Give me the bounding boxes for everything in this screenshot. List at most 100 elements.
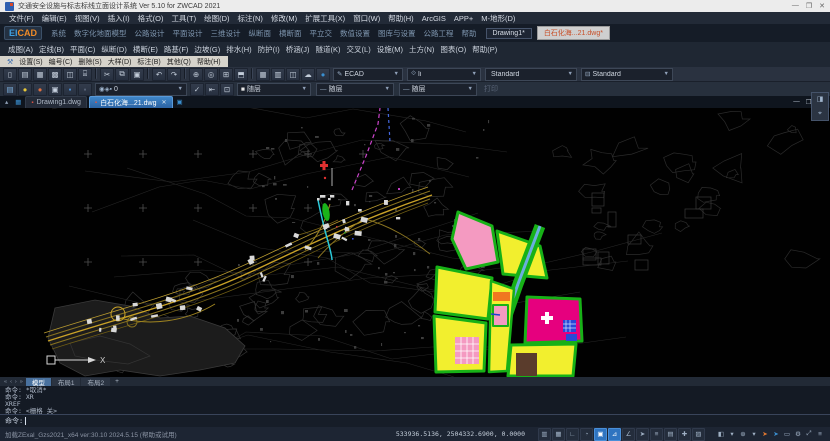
layout-tab[interactable]: 布局1: [52, 378, 81, 386]
annotation-visibility-icon[interactable]: ➤: [760, 429, 770, 440]
scale-arrow-icon[interactable]: ▾: [749, 429, 759, 440]
lineweight-dropdown[interactable]: — 随层 ▼: [399, 83, 477, 96]
sheet-set-icon[interactable]: ▥: [271, 68, 285, 81]
plugin-menu-item[interactable]: 系统: [47, 28, 70, 39]
undo-icon[interactable]: ↶: [152, 68, 166, 81]
command-history[interactable]: 命令: *取消*命令: XRXREF命令: <栅格 关>: [0, 386, 830, 414]
isolate-objects-icon[interactable]: ▭: [782, 429, 792, 440]
tool-menu-item[interactable]: 帮助(H): [194, 57, 224, 67]
text-style-dropdown[interactable]: ⟐li▼: [407, 68, 481, 81]
separator[interactable]: [184, 68, 186, 79]
doc-tab-drawing1[interactable]: Drawing1*: [486, 28, 532, 39]
layout-tab[interactable]: 布局2: [81, 378, 110, 386]
settings-gear-icon[interactable]: ⚙: [793, 429, 803, 440]
design-menu-item[interactable]: 防护(I): [255, 44, 283, 55]
layer-plot-icon[interactable]: ▪: [78, 83, 92, 96]
make-layer-current-icon[interactable]: ✓: [190, 83, 204, 96]
layout-tab[interactable]: 模型: [26, 378, 51, 386]
eicad-logo[interactable]: EICAD: [4, 26, 42, 40]
infer-constraints-toggle[interactable]: ▥: [538, 428, 551, 441]
layer-freeze-bulb-icon[interactable]: ●: [33, 83, 47, 96]
osnap-toggle[interactable]: ▣: [594, 428, 607, 441]
tool-menu-item[interactable]: 编号(C): [46, 57, 76, 67]
layer-previous-icon[interactable]: ⇤: [205, 83, 219, 96]
clean-screen-icon[interactable]: ⤢: [804, 429, 814, 440]
menu-item[interactable]: 格式(O): [134, 13, 168, 24]
menu-item[interactable]: 扩展工具(X): [301, 13, 349, 24]
menu-item[interactable]: 修改(M): [267, 13, 301, 24]
render-sphere-icon[interactable]: ●: [316, 68, 330, 81]
design-menu-item[interactable]: 隧道(K): [313, 44, 344, 55]
viewport-tool-icon[interactable]: ◨: [817, 96, 824, 103]
menu-item[interactable]: 插入(I): [104, 13, 134, 24]
lineweight-toggle[interactable]: ≡: [650, 428, 663, 441]
design-menu-item[interactable]: 桥涵(J): [283, 44, 313, 55]
color-dropdown[interactable]: ■ 随层 ▼: [237, 83, 311, 96]
paste-icon[interactable]: ▣: [130, 68, 144, 81]
menu-item[interactable]: APP+: [450, 14, 477, 23]
design-menu-item[interactable]: 设施(M): [374, 44, 406, 55]
workspace-arrow-icon[interactable]: ▾: [727, 429, 737, 440]
save-as-icon[interactable]: ▩: [48, 68, 62, 81]
copy-icon[interactable]: ⧉: [115, 68, 129, 81]
plugin-menu-item[interactable]: 横断面: [275, 28, 306, 39]
quick-properties-toggle[interactable]: ✚: [678, 428, 691, 441]
customize-menu-icon[interactable]: ≡: [815, 429, 825, 440]
cloud-icon[interactable]: ☁: [301, 68, 315, 81]
plugin-menu-item[interactable]: 纵断面: [245, 28, 276, 39]
tool-menu-item[interactable]: 设置(S): [16, 57, 45, 67]
design-menu-item[interactable]: 土方(N): [406, 44, 437, 55]
separator[interactable]: [251, 68, 253, 79]
plugin-menu-item[interactable]: 三维设计: [207, 28, 245, 39]
separator[interactable]: [147, 68, 149, 79]
drawing-tab-inactive[interactable]: ▪ Drawing1.dwg: [25, 96, 87, 108]
layer-manager-icon[interactable]: ▤: [3, 83, 17, 96]
new-drawing-icon[interactable]: ▣: [175, 98, 185, 106]
maximize-button[interactable]: ❐: [806, 2, 812, 10]
tab-list-icon[interactable]: ▦: [13, 98, 23, 106]
layer-dropdown[interactable]: ◉◈▪ 0 ▼: [95, 83, 187, 96]
plugin-menu-item[interactable]: 图库与设置: [374, 28, 420, 39]
dyn-toggle[interactable]: ➤: [636, 428, 649, 441]
zoom-window-icon[interactable]: ⊞: [219, 68, 233, 81]
nav-compass-icon[interactable]: ⌖: [818, 110, 822, 117]
print-icon[interactable]: ◫: [63, 68, 77, 81]
plugin-menu-item[interactable]: 公路工程: [420, 28, 458, 39]
drawing-tab-active[interactable]: ▪ 白石化海...21.dwg ✕: [89, 96, 173, 108]
menu-item[interactable]: 编辑(E): [38, 13, 71, 24]
plugin-menu-item[interactable]: 帮助: [458, 28, 481, 39]
add-layout-button[interactable]: +: [112, 378, 122, 385]
close-tab-icon[interactable]: ✕: [161, 99, 166, 106]
plugin-menu-item[interactable]: 平面设计: [169, 28, 207, 39]
layer-lock-icon[interactable]: ▣: [48, 83, 62, 96]
new-file-icon[interactable]: ▯: [3, 68, 17, 81]
table-style-dropdown[interactable]: ⊟Standard▼: [581, 68, 673, 81]
save-icon[interactable]: ▦: [33, 68, 47, 81]
tool-menu-item[interactable]: 标注(B): [134, 57, 163, 67]
model-space-icon[interactable]: ◧: [716, 429, 726, 440]
design-menu-item[interactable]: 定线(B): [36, 44, 67, 55]
ortho-toggle[interactable]: ∟: [566, 428, 579, 441]
snap-toggle[interactable]: ▦: [552, 428, 565, 441]
cut-icon[interactable]: ✂: [100, 68, 114, 81]
menu-item[interactable]: ArcGIS: [418, 14, 450, 23]
plugin-menu-item[interactable]: 数值设置: [336, 28, 374, 39]
close-button[interactable]: ✕: [819, 2, 825, 10]
design-menu-item[interactable]: 成图(A): [5, 44, 36, 55]
layout-nav-button[interactable]: ›: [14, 379, 18, 385]
command-input[interactable]: 命令:: [0, 414, 830, 427]
menu-item[interactable]: 标注(N): [234, 13, 267, 24]
annotation-scale-icon[interactable]: ⊕: [738, 429, 748, 440]
design-menu-item[interactable]: 排水(H): [223, 44, 254, 55]
tab-scroll-icon[interactable]: ▴: [3, 98, 10, 106]
plugin-menu-item[interactable]: 平立交: [306, 28, 337, 39]
ducs-toggle[interactable]: ∠: [622, 428, 635, 441]
menu-item[interactable]: 帮助(H): [384, 13, 417, 24]
menu-item[interactable]: M-地形(D): [477, 13, 519, 24]
drawing-canvas[interactable]: X: [0, 108, 830, 377]
layout-nav-button[interactable]: »: [19, 379, 24, 385]
layout-nav-button[interactable]: «: [3, 379, 8, 385]
design-menu-item[interactable]: 路基(F): [161, 44, 192, 55]
zoom-realtime-icon[interactable]: ◎: [204, 68, 218, 81]
tool-menu-item[interactable]: 删除(S): [75, 57, 104, 67]
